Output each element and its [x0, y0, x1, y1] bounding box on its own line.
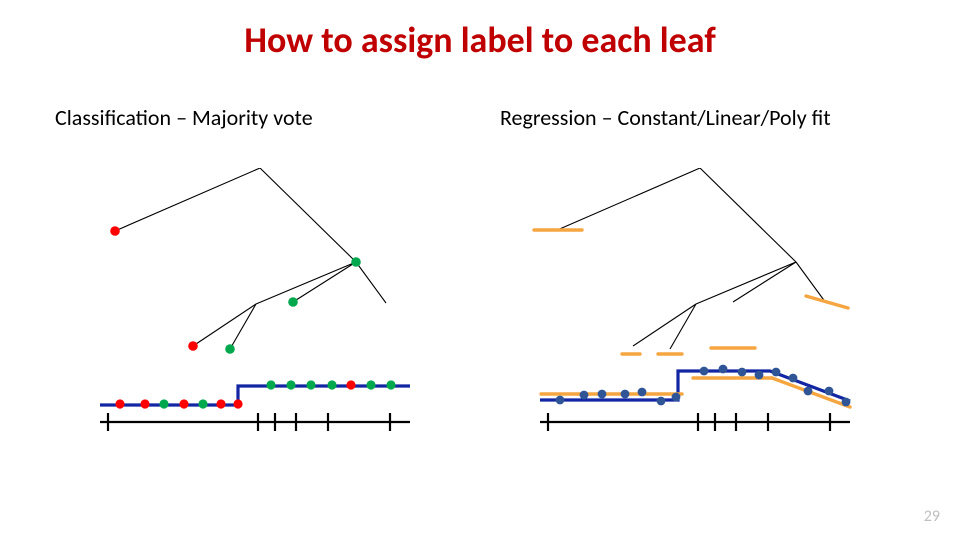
subtitle-classification: Classification – Majority vote: [55, 104, 313, 131]
slide-title: How to assign label to each leaf: [0, 18, 960, 62]
page-number: 29: [924, 507, 940, 526]
subtitle-regression: Regression – Constant/Linear/Poly fit: [500, 104, 831, 131]
diagram-left: [90, 168, 430, 458]
diagram-right: [530, 168, 890, 458]
